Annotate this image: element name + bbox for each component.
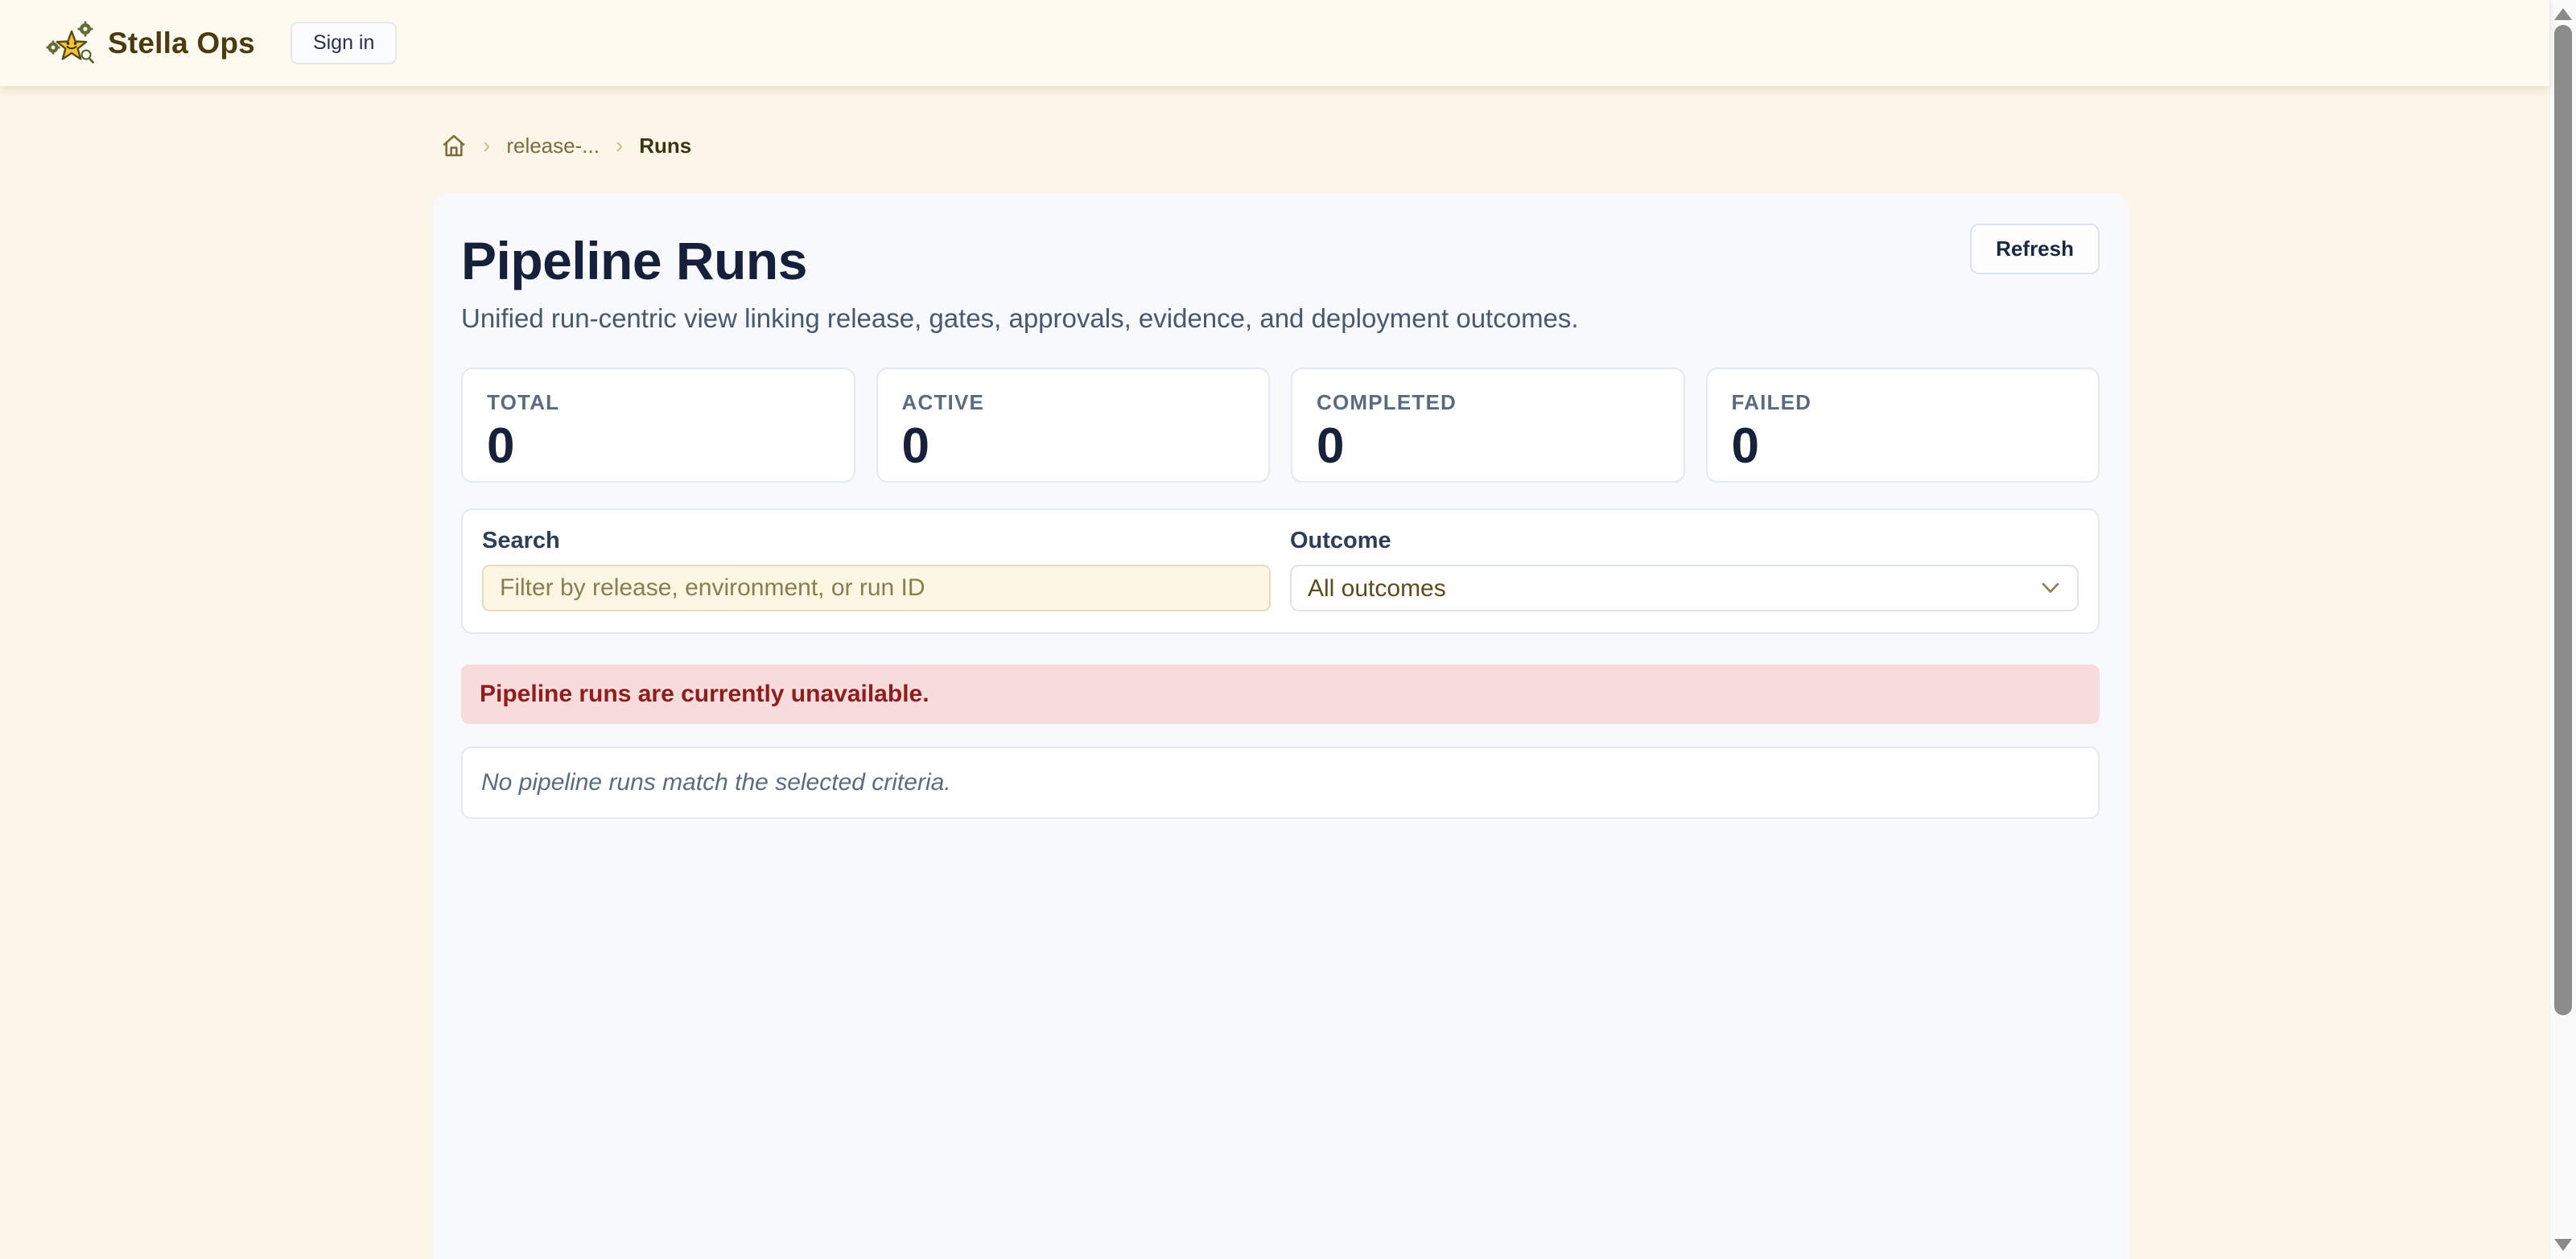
chevron-right-icon: ›	[616, 133, 623, 158]
outcome-select-wrap: All outcomes	[1290, 565, 2079, 611]
scroll-up-icon[interactable]	[2554, 8, 2572, 20]
breadcrumb-item-release[interactable]: release-...	[506, 134, 600, 158]
brand-title: Stella Ops	[108, 27, 255, 60]
search-field-group: Search	[482, 528, 1271, 611]
scrollbar-thumb[interactable]	[2554, 25, 2572, 1015]
page-background: › release-... › Runs Pipeline Runs Unifi…	[0, 86, 2549, 1259]
stat-value: 0	[487, 422, 830, 471]
breadcrumb-item-runs: Runs	[639, 134, 691, 158]
breadcrumb-home-link[interactable]	[441, 133, 467, 158]
breadcrumb: › release-... › Runs	[441, 133, 691, 158]
vertical-scrollbar[interactable]	[2549, 0, 2576, 1259]
page-title: Pipeline Runs	[461, 233, 1579, 289]
outcome-field-group: Outcome All outcomes	[1290, 528, 2079, 611]
stat-value: 0	[1317, 422, 1659, 471]
stat-card-active: ACTIVE 0	[876, 368, 1271, 483]
brand: Stella Ops	[45, 21, 255, 66]
stat-value: 0	[1732, 422, 2075, 471]
stat-label: COMPLETED	[1317, 390, 1659, 415]
empty-state-message: No pipeline runs match the selected crit…	[461, 747, 2100, 819]
search-input[interactable]	[482, 565, 1271, 611]
gear-icon	[78, 21, 93, 36]
app-viewport: Stella Ops Sign in › release-... › Runs	[0, 0, 2576, 1259]
page-subtitle: Unified run-centric view linking release…	[461, 303, 1579, 334]
stat-label: FAILED	[1732, 390, 2075, 415]
pipeline-runs-panel: Pipeline Runs Unified run-centric view l…	[432, 193, 2129, 1259]
search-label: Search	[482, 528, 1271, 554]
chevron-right-icon: ›	[483, 133, 490, 158]
magnifier-icon	[82, 50, 93, 62]
sign-in-button[interactable]: Sign in	[291, 22, 397, 64]
app-header: Stella Ops Sign in	[0, 0, 2549, 86]
stats-row: TOTAL 0 ACTIVE 0 COMPLETED 0 FAILED 0	[461, 368, 2100, 483]
stat-card-failed: FAILED 0	[1706, 368, 2100, 483]
star-logo-icon	[45, 21, 97, 66]
outcome-select[interactable]: All outcomes	[1290, 565, 2079, 611]
scroll-down-icon[interactable]	[2554, 1239, 2572, 1251]
filters-card: Search Outcome All outcomes	[461, 508, 2100, 634]
stat-card-completed: COMPLETED 0	[1291, 368, 1685, 483]
stat-label: ACTIVE	[902, 390, 1245, 415]
panel-header: Pipeline Runs Unified run-centric view l…	[461, 222, 2100, 334]
refresh-button[interactable]: Refresh	[1970, 224, 2100, 274]
stat-card-total: TOTAL 0	[461, 368, 855, 483]
stat-value: 0	[902, 422, 1245, 471]
outcome-label: Outcome	[1290, 528, 2079, 554]
home-icon	[441, 133, 467, 158]
error-banner: Pipeline runs are currently unavailable.	[461, 664, 2100, 724]
stat-label: TOTAL	[487, 390, 830, 415]
panel-header-text: Pipeline Runs Unified run-centric view l…	[461, 222, 1579, 334]
